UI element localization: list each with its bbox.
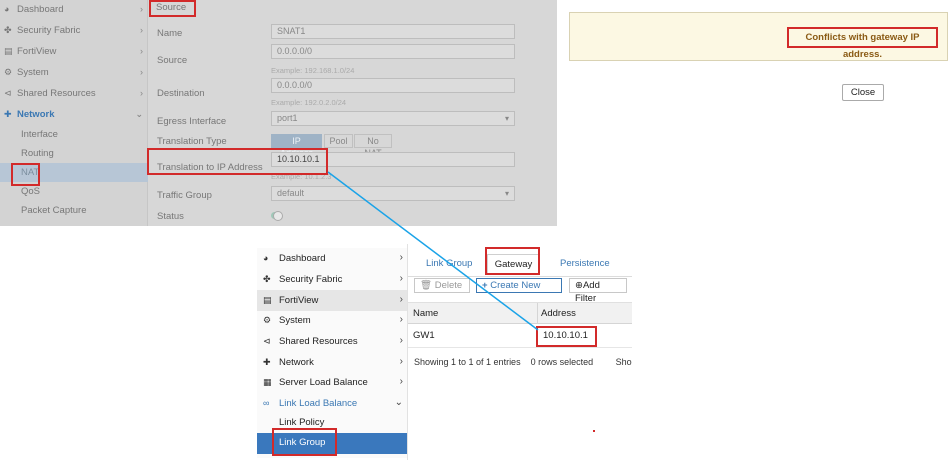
chevron-right-icon: ›	[399, 294, 403, 305]
dashboard-icon: ◕	[263, 253, 269, 263]
chevron-down-icon: ⌄	[394, 397, 403, 408]
top-sidebar-item-network[interactable]: ✚ Network ⌄	[0, 105, 148, 124]
sidebar-item-shared-resources[interactable]: ⊲ Shared Resources ›	[257, 331, 407, 352]
destination-label: Destination	[157, 88, 205, 99]
translation-type-ip-address[interactable]: IP Address	[271, 134, 322, 158]
chart-icon: ▤	[4, 46, 13, 56]
top-sidebar-sub-routing[interactable]: Routing	[0, 144, 148, 163]
column-header-name[interactable]: Name	[413, 303, 438, 324]
top-sidebar-item-dashboard[interactable]: ◕ Dashboard ›	[0, 0, 148, 19]
annotation-box-gateway-address	[536, 326, 597, 347]
chevron-right-icon: ›	[399, 335, 403, 346]
snat-form: Source Name SNAT1 Source 0.0.0.0/0 Examp…	[148, 0, 557, 226]
error-message: Conflicts with gateway IP address.	[787, 27, 938, 60]
annotation-box-link-group	[272, 428, 337, 456]
tab-divider	[408, 276, 632, 277]
table-footer: Showing 1 to 1 of 1 entries 0 rows selec…	[414, 357, 632, 367]
plus-icon: +	[482, 280, 488, 291]
table-header: Name Address	[408, 302, 632, 324]
chevron-right-icon: ›	[399, 252, 403, 263]
name-field[interactable]: SNAT1	[271, 24, 515, 39]
traffic-group-select[interactable]: default ▾	[271, 186, 515, 201]
sidebar-item-server-load-balance[interactable]: ▦ Server Load Balance ›	[257, 372, 407, 393]
sidebar-item-fortiview[interactable]: ▤ FortiView ›	[257, 290, 407, 311]
translation-type-label: Translation Type	[157, 136, 227, 147]
chevron-right-icon: ›	[140, 67, 143, 77]
sidebar-item-dashboard[interactable]: ◕ Dashboard ›	[257, 248, 407, 269]
trash-icon: 🗑	[420, 280, 433, 291]
top-sidebar-sub-interface[interactable]: Interface	[0, 125, 148, 144]
chevron-right-icon: ›	[140, 25, 143, 35]
status-label: Status	[157, 211, 184, 222]
delete-button[interactable]: 🗑 Delete	[414, 278, 470, 293]
annotation-box-gateway-tab	[485, 247, 540, 275]
source-field[interactable]: 0.0.0.0/0	[271, 44, 515, 59]
create-new-button[interactable]: + Create New	[476, 278, 562, 293]
dashboard-icon: ◕	[4, 4, 10, 14]
sidebar-item-link-load-balance[interactable]: ∞ Link Load Balance ⌄	[257, 393, 407, 414]
annotation-box-source	[149, 0, 196, 17]
top-sidebar-item-fortiview[interactable]: ▤ FortiView ›	[0, 42, 148, 61]
link-icon: ∞	[263, 398, 270, 408]
network-icon: ✚	[263, 357, 271, 367]
security-fabric-icon: ✤	[263, 274, 271, 284]
sidebar-item-network[interactable]: ✚ Network ›	[257, 352, 407, 373]
entries-count: Showing 1 to 1 of 1 entries	[414, 357, 521, 367]
annotation-dot	[593, 430, 595, 432]
chevron-right-icon: ›	[399, 376, 403, 387]
footer-truncated-text: Sho	[615, 357, 632, 367]
snat-config-panel: ◕ Dashboard › ✤ Security Fabric › ▤ FortiView…	[0, 0, 557, 226]
sidebar-item-system[interactable]: ⚙ System ›	[257, 310, 407, 331]
top-sidebar-sub-packet-capture[interactable]: Packet Capture	[0, 201, 148, 220]
chevron-down-icon: ▾	[504, 189, 509, 198]
top-sidebar-item-shared-resources[interactable]: ⊲ Shared Resources ›	[0, 84, 148, 103]
gear-icon: ⚙	[4, 67, 13, 77]
column-divider	[537, 303, 538, 324]
egress-interface-select[interactable]: port1 ▾	[271, 111, 515, 126]
source-label: Source	[157, 55, 188, 66]
name-label: Name	[157, 28, 183, 39]
chart-icon: ▤	[263, 295, 272, 305]
chevron-down-icon: ⌄	[135, 109, 143, 119]
network-icon: ✚	[4, 109, 12, 119]
gear-icon: ⚙	[263, 315, 272, 325]
table-row[interactable]: GW1 10.10.10.1	[408, 324, 632, 348]
sidebar-item-security-fabric[interactable]: ✤ Security Fabric ›	[257, 269, 407, 290]
cell-name: GW1	[413, 330, 435, 341]
top-sidebar-item-system[interactable]: ⚙ System ›	[0, 63, 148, 82]
bottom-sidebar: ◕ Dashboard › ✤ Security Fabric › ▤ FortiView…	[257, 248, 407, 458]
egress-interface-label: Egress Interface	[157, 116, 227, 127]
annotation-box-nat	[11, 163, 40, 186]
chevron-right-icon: ›	[399, 273, 403, 284]
add-filter-button[interactable]: ⊕Add Filter	[569, 278, 627, 304]
chevron-right-icon: ›	[140, 88, 143, 98]
plus-circle-icon: ⊕	[575, 280, 583, 291]
security-fabric-icon: ✤	[4, 25, 12, 35]
top-sidebar-item-security-fabric[interactable]: ✤ Security Fabric ›	[0, 21, 148, 40]
column-header-address[interactable]: Address	[541, 303, 576, 324]
source-hint: Example: 192.168.1.0/24	[271, 66, 355, 75]
chevron-right-icon: ›	[399, 314, 403, 325]
share-icon: ⊲	[4, 88, 12, 98]
server-load-balance-icon: ▦	[263, 377, 272, 387]
traffic-group-label: Traffic Group	[157, 190, 212, 201]
top-sidebar: ◕ Dashboard › ✤ Security Fabric › ▤ FortiView…	[0, 0, 148, 226]
chevron-right-icon: ›	[399, 356, 403, 367]
translation-type-pool[interactable]: Pool	[324, 134, 353, 148]
chevron-right-icon: ›	[140, 4, 143, 14]
chevron-down-icon: ▾	[504, 114, 509, 123]
chevron-right-icon: ›	[140, 46, 143, 56]
selected-count: 0 rows selected	[530, 357, 594, 367]
translation-type-no-nat[interactable]: No NAT	[354, 134, 392, 158]
status-toggle[interactable]	[271, 211, 283, 221]
destination-hint: Example: 192.0.2.0/24	[271, 98, 347, 107]
destination-field[interactable]: 0.0.0.0/0	[271, 78, 515, 93]
annotation-box-translation-ip	[147, 148, 328, 175]
tab-persistence[interactable]: Persistence	[560, 254, 610, 274]
tab-link-group[interactable]: Link Group	[426, 254, 472, 274]
link-group-page: Link Group Gateway Persistence 🗑 Delete …	[407, 244, 632, 460]
share-icon: ⊲	[263, 336, 271, 346]
close-button[interactable]: Close	[842, 84, 884, 101]
